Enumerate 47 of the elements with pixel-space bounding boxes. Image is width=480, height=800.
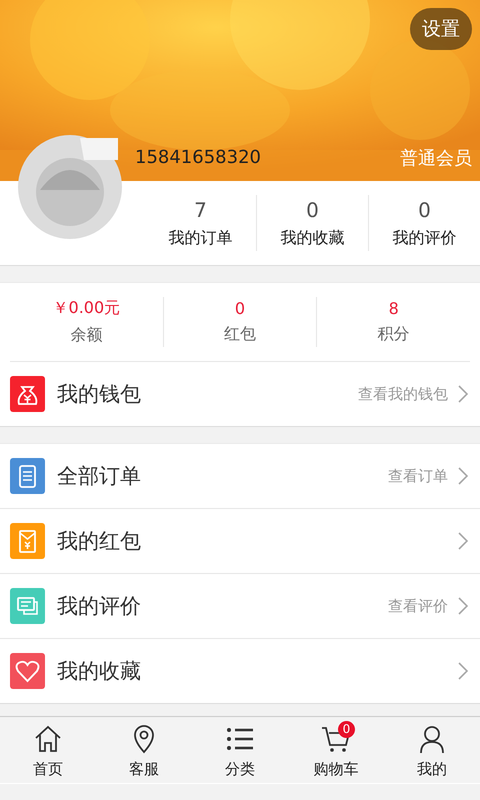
chevron-right-icon xyxy=(458,532,468,550)
stat-label: 红包 xyxy=(224,324,256,345)
tab-item[interactable]: 购物车 0 xyxy=(288,717,384,783)
profile-stat[interactable]: 7 我的订单 xyxy=(145,195,256,251)
menu-title: 我的评价 xyxy=(57,593,142,620)
wallet-stat[interactable]: 0 红包 xyxy=(162,297,316,347)
tab-item[interactable]: 客服 xyxy=(96,717,192,783)
wallet-stat[interactable]: ￥0.00元 余额 xyxy=(10,297,163,347)
chevron-right-icon xyxy=(458,662,468,680)
tab-item[interactable]: 首页 xyxy=(0,717,96,783)
stat-value: 0 xyxy=(234,299,246,318)
menu-row[interactable]: 全部订单 查看订单 xyxy=(0,444,480,509)
menu-title: 全部订单 xyxy=(57,463,142,490)
menu-title: 我的红包 xyxy=(57,528,142,555)
stat-value: 8 xyxy=(388,299,399,318)
menu-row[interactable]: 我的红包 xyxy=(0,509,480,574)
chevron-right-icon xyxy=(458,597,468,615)
tab-item[interactable]: 分类 xyxy=(192,717,288,783)
menu-hint: 查看订单 xyxy=(388,466,448,486)
stat-label: 积分 xyxy=(378,324,410,345)
stat-value: ￥0.00元 xyxy=(52,298,120,319)
user-icon xyxy=(417,724,447,754)
member-level: 普通会员 xyxy=(400,147,472,170)
menu-row[interactable]: 我的钱包 查看我的钱包 xyxy=(0,362,480,426)
profile-stat[interactable]: 0 我的评价 xyxy=(368,195,480,251)
stat-label: 余额 xyxy=(70,325,102,346)
cart-count-badge: 0 xyxy=(338,721,355,738)
stat-label: 我的评价 xyxy=(392,228,456,248)
wallet-stat[interactable]: 8 积分 xyxy=(316,297,470,347)
stat-value: 7 xyxy=(194,198,207,222)
phone-number: 15841658320 xyxy=(135,147,261,168)
menu-title: 我的钱包 xyxy=(57,381,142,408)
menu-hint: 查看我的钱包 xyxy=(358,384,448,404)
stat-value: 0 xyxy=(418,198,431,222)
stat-value: 0 xyxy=(306,198,319,222)
menu-hint: 查看评价 xyxy=(388,596,448,616)
stat-label: 我的订单 xyxy=(168,228,232,248)
menu-row[interactable]: 我的收藏 xyxy=(0,639,480,703)
stat-label: 我的收藏 xyxy=(280,228,344,248)
tab-item[interactable]: 我的 xyxy=(384,717,480,783)
menu-row[interactable]: 我的评价 查看评价 xyxy=(0,574,480,639)
profile-stat[interactable]: 0 我的收藏 xyxy=(256,195,368,251)
home-icon xyxy=(33,724,63,754)
chevron-right-icon xyxy=(458,467,468,485)
chevron-right-icon xyxy=(458,385,468,403)
menu-title: 我的收藏 xyxy=(57,658,142,685)
cart-icon xyxy=(321,724,351,754)
